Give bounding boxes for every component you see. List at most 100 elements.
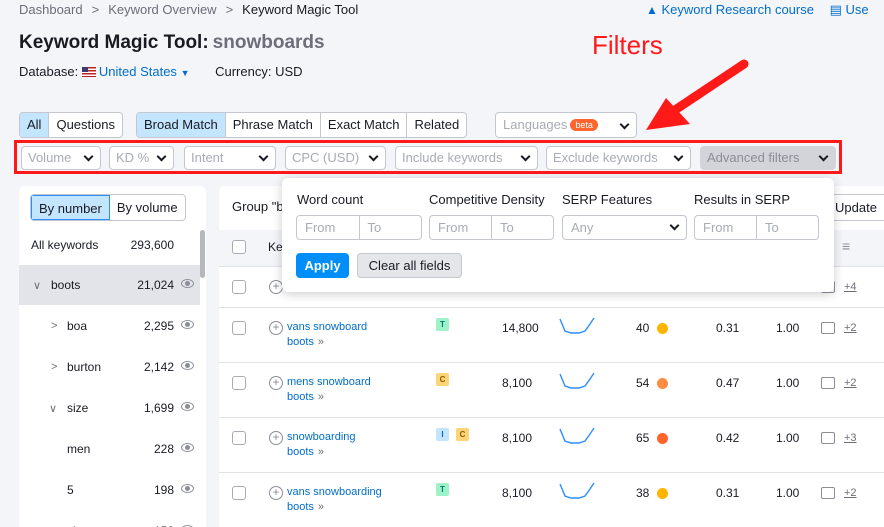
- word-count-to-input[interactable]: To: [360, 216, 422, 239]
- keyword-link[interactable]: vans snowboard boots»: [287, 320, 367, 350]
- clear-all-fields-button[interactable]: Clear all fields: [357, 253, 462, 278]
- us-flag-icon: [81, 67, 96, 77]
- tab-by-number[interactable]: By number: [31, 195, 110, 220]
- group-row-size[interactable]: ∨ size 1,699: [19, 388, 200, 428]
- serp-more-link[interactable]: +4: [844, 281, 857, 293]
- results-in-serp-to-input[interactable]: To: [757, 216, 818, 239]
- serp-features-label: SERP Features: [562, 192, 653, 207]
- breadcrumb-dashboard[interactable]: Dashboard: [19, 2, 83, 17]
- chevron-down-icon: [520, 151, 531, 162]
- table-row: + vans snowboarding boots» T 8,100 38 0.31 1.00…: [219, 472, 884, 527]
- table-row: + snowboarding boots» I C 8,100 65 0.42 1.00 +3: [219, 417, 884, 472]
- filter-lines-icon[interactable]: ≡: [842, 238, 850, 254]
- breadcrumb-current: Keyword Magic Tool: [242, 2, 359, 17]
- trend-sparkline: [559, 482, 595, 499]
- group-row-burton[interactable]: > burton 2,142: [19, 347, 200, 387]
- keyword-research-course-link[interactable]: Keyword Research course: [662, 2, 814, 17]
- row-checkbox[interactable]: [232, 376, 246, 390]
- group-row-boa[interactable]: > boa 2,295: [19, 306, 200, 346]
- volume-value: 8,100: [502, 376, 533, 390]
- apply-button[interactable]: Apply: [296, 253, 349, 278]
- volume-filter[interactable]: Volume: [21, 146, 101, 170]
- chevron-down-icon[interactable]: ∨: [33, 279, 41, 292]
- group-row-all-keywords[interactable]: All keywords 293,600: [19, 225, 200, 265]
- results-in-serp-range: From To: [694, 215, 819, 240]
- eye-icon[interactable]: [181, 320, 194, 329]
- breadcrumb-keyword-overview[interactable]: Keyword Overview: [108, 2, 216, 17]
- tab-broad-match[interactable]: Broad Match: [137, 113, 226, 137]
- tab-by-volume[interactable]: By volume: [110, 195, 185, 220]
- group-row-boots[interactable]: ∨ boots 21,024: [19, 265, 200, 305]
- advanced-filters-button[interactable]: Advanced filters: [700, 146, 836, 170]
- include-keywords-filter[interactable]: Include keywords: [395, 146, 538, 170]
- eye-icon[interactable]: [181, 443, 194, 452]
- serp-features-icon: [821, 322, 835, 334]
- keyword-link[interactable]: mens snowboard boots»: [287, 375, 371, 405]
- word-count-from-input[interactable]: From: [297, 216, 360, 239]
- double-chevron-icon[interactable]: »: [318, 446, 324, 458]
- group-row-5[interactable]: 5 198: [19, 470, 200, 510]
- word-count-range: From To: [296, 215, 422, 240]
- add-keyword-icon[interactable]: +: [269, 486, 283, 500]
- competitive-density-from-input[interactable]: From: [430, 216, 492, 239]
- add-keyword-icon[interactable]: +: [269, 431, 283, 445]
- intent-badge: T: [436, 318, 449, 331]
- intent-badge: I: [436, 428, 449, 441]
- row-checkbox[interactable]: [232, 486, 246, 500]
- row-checkbox[interactable]: [232, 280, 246, 294]
- cpc-filter[interactable]: CPC (USD): [285, 146, 386, 170]
- add-keyword-icon[interactable]: +: [269, 321, 283, 335]
- chevron-down-icon: [258, 151, 269, 162]
- add-keyword-icon[interactable]: +: [269, 376, 283, 390]
- chevron-right-icon[interactable]: >: [51, 361, 57, 373]
- double-chevron-icon[interactable]: »: [318, 501, 324, 513]
- group-sort-tabs: By number By volume: [30, 194, 186, 221]
- languages-dropdown[interactable]: Languages beta: [495, 112, 637, 138]
- groups-scrollbar[interactable]: [200, 230, 205, 278]
- serp-more-link[interactable]: +2: [844, 377, 857, 389]
- row-checkbox[interactable]: [232, 431, 246, 445]
- update-button[interactable]: Update: [826, 194, 884, 221]
- chevron-right-icon[interactable]: >: [51, 320, 57, 332]
- competitive-density-to-input[interactable]: To: [492, 216, 553, 239]
- row-checkbox[interactable]: [232, 321, 246, 335]
- competition-value: 1.00: [776, 431, 800, 445]
- cpc-value: 0.42: [716, 431, 740, 445]
- results-in-serp-label: Results in SERP: [694, 192, 791, 207]
- select-all-checkbox[interactable]: [232, 240, 246, 254]
- tab-all[interactable]: All: [20, 113, 50, 137]
- book-icon: ▤: [829, 2, 842, 17]
- eye-icon[interactable]: [181, 484, 194, 493]
- serp-more-link[interactable]: +2: [844, 487, 857, 499]
- exclude-keywords-filter[interactable]: Exclude keywords: [546, 146, 691, 170]
- kd-dot: [657, 433, 668, 444]
- tab-related[interactable]: Related: [407, 113, 466, 137]
- serp-more-link[interactable]: +3: [844, 432, 857, 444]
- user-manual-link[interactable]: Use: [846, 2, 869, 17]
- double-chevron-icon[interactable]: »: [318, 336, 324, 348]
- group-row-chart[interactable]: chart 153: [19, 511, 200, 527]
- advanced-filters-popup: Word count Competitive Density SERP Feat…: [282, 178, 834, 292]
- results-in-serp-from-input[interactable]: From: [695, 216, 757, 239]
- keyword-link[interactable]: snowboarding boots»: [287, 430, 356, 460]
- serp-features-select[interactable]: Any: [562, 215, 687, 240]
- keyword-column-header[interactable]: Ke: [268, 240, 283, 254]
- eye-icon[interactable]: [181, 402, 194, 411]
- database-select[interactable]: United States ▼: [81, 64, 189, 79]
- keyword-link[interactable]: vans snowboarding boots»: [287, 485, 382, 515]
- kd-filter[interactable]: KD %: [109, 146, 174, 170]
- intent-filter[interactable]: Intent: [184, 146, 276, 170]
- group-row-men[interactable]: men 228: [19, 429, 200, 469]
- serp-more-link[interactable]: +2: [844, 322, 857, 334]
- tab-exact-match[interactable]: Exact Match: [321, 113, 408, 137]
- eye-icon[interactable]: [181, 279, 194, 288]
- kd-dot: [657, 378, 668, 389]
- chevron-right-icon: >: [91, 2, 100, 17]
- chevron-down-icon[interactable]: ∨: [49, 402, 57, 415]
- tab-phrase-match[interactable]: Phrase Match: [226, 113, 321, 137]
- eye-icon[interactable]: [181, 361, 194, 370]
- serp-features-icon: [821, 432, 835, 444]
- tab-questions[interactable]: Questions: [49, 113, 122, 137]
- add-keyword-icon[interactable]: +: [269, 280, 283, 294]
- double-chevron-icon[interactable]: »: [318, 391, 324, 403]
